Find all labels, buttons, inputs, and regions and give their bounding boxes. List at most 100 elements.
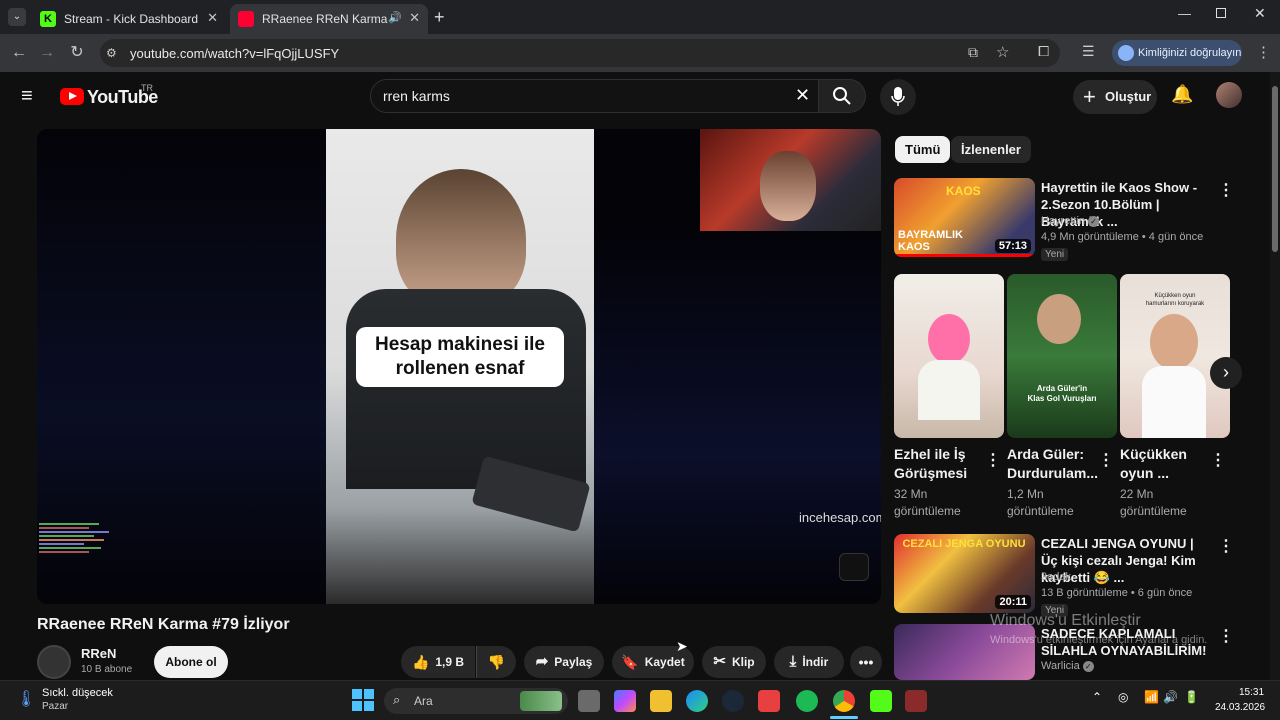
more-actions-button[interactable]: ••• <box>850 646 882 678</box>
video-thumbnail[interactable] <box>894 624 1035 680</box>
short-menu-icon[interactable]: ⋮ <box>1210 450 1226 470</box>
profile-icon <box>1118 45 1134 61</box>
file-explorer-icon[interactable] <box>650 690 672 712</box>
tab-kick-dashboard[interactable]: K Stream - Kick Dashboard ✕ <box>32 4 226 34</box>
tray-overflow-icon[interactable]: ⌃ <box>1092 690 1102 704</box>
tab-label: RRaenee RReN Karma #79 İ <box>262 12 390 26</box>
site-info-icon[interactable]: ⚙ <box>106 46 117 60</box>
copilot-icon[interactable] <box>614 690 636 712</box>
video-menu-icon[interactable]: ⋮ <box>1218 626 1234 646</box>
close-window-icon[interactable]: ✕ <box>1254 5 1266 22</box>
short-thumbnail[interactable]: Küçükken oyun hamurlarını koruyarak <box>1120 274 1230 438</box>
scrollbar-thumb[interactable] <box>1272 86 1278 252</box>
page-scrollbar[interactable] <box>1270 72 1280 680</box>
extensions-icon[interactable]: ⧠ <box>1038 43 1049 60</box>
youtube-logo-icon[interactable] <box>60 88 84 105</box>
create-button[interactable]: + Oluştur <box>1073 80 1157 114</box>
short-person <box>1150 314 1198 370</box>
sidebar-video-channel[interactable]: Hayrettin ✓ <box>1041 215 1100 227</box>
back-icon[interactable]: ← <box>8 42 30 64</box>
search-input[interactable]: rren karms ✕ <box>370 79 822 113</box>
weather-text[interactable]: Sıckl. düşecek <box>42 687 113 699</box>
volume-icon[interactable]: 🔊 <box>1163 690 1178 704</box>
voice-search-button[interactable] <box>880 79 916 115</box>
new-tab-icon[interactable]: + <box>434 7 445 28</box>
avatar[interactable] <box>1216 82 1242 108</box>
minimize-icon[interactable]: — <box>1178 6 1191 21</box>
video-duration: 57:13 <box>994 239 1031 253</box>
clip-button[interactable]: ✂ Klip <box>702 646 766 678</box>
spotify-icon[interactable] <box>796 690 818 712</box>
reading-list-icon[interactable]: ☰ <box>1082 43 1095 60</box>
close-tab-icon[interactable]: ✕ <box>207 10 218 26</box>
plus-icon: + <box>1083 84 1096 109</box>
sidebar-video-channel[interactable]: 3odak <box>1041 571 1071 583</box>
app-red-icon[interactable] <box>758 690 780 712</box>
battery-icon[interactable]: 🔋 <box>1184 690 1199 704</box>
chip-all[interactable]: Tümü <box>895 136 951 163</box>
video-thumbnail[interactable]: CEZALI JENGA OYUNU 20:11 <box>894 534 1035 613</box>
taskbar-search-box[interactable]: ⌕ Ara <box>384 688 568 714</box>
chip-watched[interactable]: İzlenenler <box>951 136 1031 163</box>
video-thumbnail[interactable]: KAOS BAYRAMLIK KAOS 57:13 <box>894 178 1035 257</box>
short-menu-icon[interactable]: ⋮ <box>985 450 1001 470</box>
steam-icon[interactable] <box>722 690 744 712</box>
menu-dots-icon[interactable]: ⋮ <box>1256 43 1271 61</box>
thumbs-up-icon: 👍 <box>411 654 430 670</box>
search-highlight-image <box>520 691 562 711</box>
verify-identity-button[interactable]: Kimliğinizi doğrulayın <box>1112 40 1242 66</box>
install-icon[interactable]: ⧉ <box>968 44 978 61</box>
task-view-icon[interactable] <box>578 690 600 712</box>
notifications-bell-icon[interactable]: 🔔 <box>1171 84 1193 105</box>
like-button[interactable]: 👍 1,9 B <box>401 646 475 678</box>
reload-icon[interactable]: ↻ <box>66 42 88 64</box>
channel-watermark-icon[interactable] <box>839 553 869 581</box>
search-icon <box>833 87 851 105</box>
subscribe-button[interactable]: Abone ol <box>154 646 228 678</box>
audio-playing-icon[interactable]: 🔊 <box>388 11 402 24</box>
short-title[interactable]: Arda Güler: Durdurulam... <box>1007 445 1098 483</box>
close-tab-icon[interactable]: ✕ <box>409 10 420 26</box>
weather-icon[interactable]: 🌡 <box>16 689 36 709</box>
share-arrow-icon: ➦ <box>535 653 549 670</box>
url-text[interactable]: youtube.com/watch?v=lFqOjjLUSFY <box>130 46 339 61</box>
stream-chat-overlay <box>39 521 119 596</box>
kick-app-icon[interactable] <box>870 690 892 712</box>
windows-start-icon[interactable] <box>352 689 374 711</box>
clock-time[interactable]: 15:31 <box>1239 687 1264 698</box>
video-player[interactable]: Hesap makinesi ile rollenen esnaf incehe… <box>37 129 881 604</box>
verified-icon: ✓ <box>1082 661 1094 672</box>
tab-youtube-video[interactable]: RRaenee RReN Karma #79 İ 🔊 ✕ <box>230 4 428 34</box>
video-menu-icon[interactable]: ⋮ <box>1218 180 1234 200</box>
chrome-icon[interactable] <box>833 690 855 712</box>
channel-avatar[interactable] <box>37 645 71 679</box>
video-menu-icon[interactable]: ⋮ <box>1218 536 1234 556</box>
wifi-icon[interactable]: 📶 <box>1144 690 1159 704</box>
video-caption: Hesap makinesi ile rollenen esnaf <box>356 327 564 387</box>
short-thumbnail[interactable]: Arda Güler'in Klas Gol Vuruşları <box>1007 274 1117 438</box>
tray-app-icon[interactable]: ◎ <box>1118 690 1128 704</box>
share-button[interactable]: ➦ Paylaş <box>524 646 604 678</box>
video-frame: Hesap makinesi ile rollenen esnaf <box>326 129 594 604</box>
short-title[interactable]: Küçükken oyun ... <box>1120 445 1187 483</box>
short-thumbnail[interactable] <box>894 274 1004 438</box>
short-title[interactable]: Ezhel ile İş Görüşmesi <box>894 445 967 483</box>
maximize-icon[interactable] <box>1216 8 1226 18</box>
app-icon[interactable] <box>905 690 927 712</box>
player-right-background <box>594 231 881 604</box>
download-button[interactable]: ⤓ İndir <box>774 646 844 678</box>
shorts-next-arrow-icon[interactable]: › <box>1210 357 1242 389</box>
bookmark-star-icon[interactable]: ☆ <box>996 43 1009 61</box>
dislike-button[interactable]: 👎 <box>476 646 516 678</box>
search-button[interactable] <box>818 79 866 113</box>
hamburger-menu-icon[interactable]: ≡ <box>21 86 33 106</box>
tab-search-button[interactable]: ⌄ <box>8 8 26 26</box>
sidebar-video-channel[interactable]: Warlicia ✓ <box>1041 660 1094 672</box>
short-menu-icon[interactable]: ⋮ <box>1098 450 1114 470</box>
edge-icon[interactable] <box>686 690 708 712</box>
clear-search-icon[interactable]: ✕ <box>795 85 810 106</box>
clock-date[interactable]: 24.03.2026 <box>1215 702 1265 713</box>
channel-name[interactable]: RReN <box>81 646 116 661</box>
sidebar-video-stats: 4,9 Mn görüntüleme • 4 gün önce <box>1041 231 1204 243</box>
forward-icon[interactable]: → <box>36 42 58 64</box>
